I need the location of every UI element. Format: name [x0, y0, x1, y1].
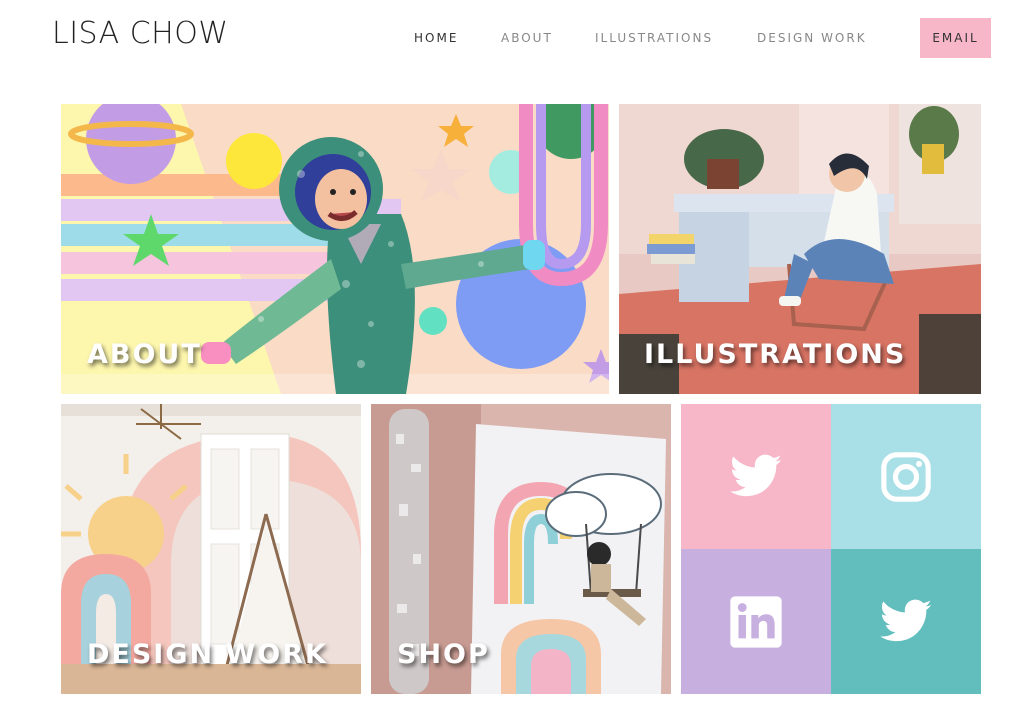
main-nav: HOME ABOUT ILLUSTRATIONS DESIGN WORK	[0, 31, 1018, 51]
email-button[interactable]: EMAIL	[920, 18, 991, 58]
shop-tile-label: SHOP	[397, 639, 490, 670]
about-tile[interactable]: ABOUT	[61, 104, 609, 394]
twitter-icon	[880, 599, 932, 641]
design-work-tile-label: DESIGN WORK	[87, 639, 328, 670]
twitter-link-pink[interactable]	[681, 404, 831, 549]
linkedin-link[interactable]	[681, 549, 831, 694]
nav-home[interactable]: HOME	[414, 31, 458, 45]
linkedin-icon	[730, 595, 782, 648]
design-work-tile[interactable]: DESIGN WORK	[61, 404, 361, 694]
shop-tile[interactable]: SHOP	[371, 404, 671, 694]
nav-illustrations[interactable]: ILLUSTRATIONS	[595, 31, 713, 45]
nav-about[interactable]: ABOUT	[501, 31, 553, 45]
about-tile-label: ABOUT	[87, 339, 202, 370]
instagram-icon	[881, 451, 931, 502]
instagram-link[interactable]	[831, 404, 981, 549]
illustrations-tile[interactable]: ILLUSTRATIONS	[619, 104, 981, 394]
twitter-link-teal[interactable]	[831, 549, 981, 694]
nav-design-work[interactable]: DESIGN WORK	[757, 31, 867, 45]
illustrations-tile-label: ILLUSTRATIONS	[644, 339, 907, 370]
twitter-icon	[730, 454, 782, 496]
